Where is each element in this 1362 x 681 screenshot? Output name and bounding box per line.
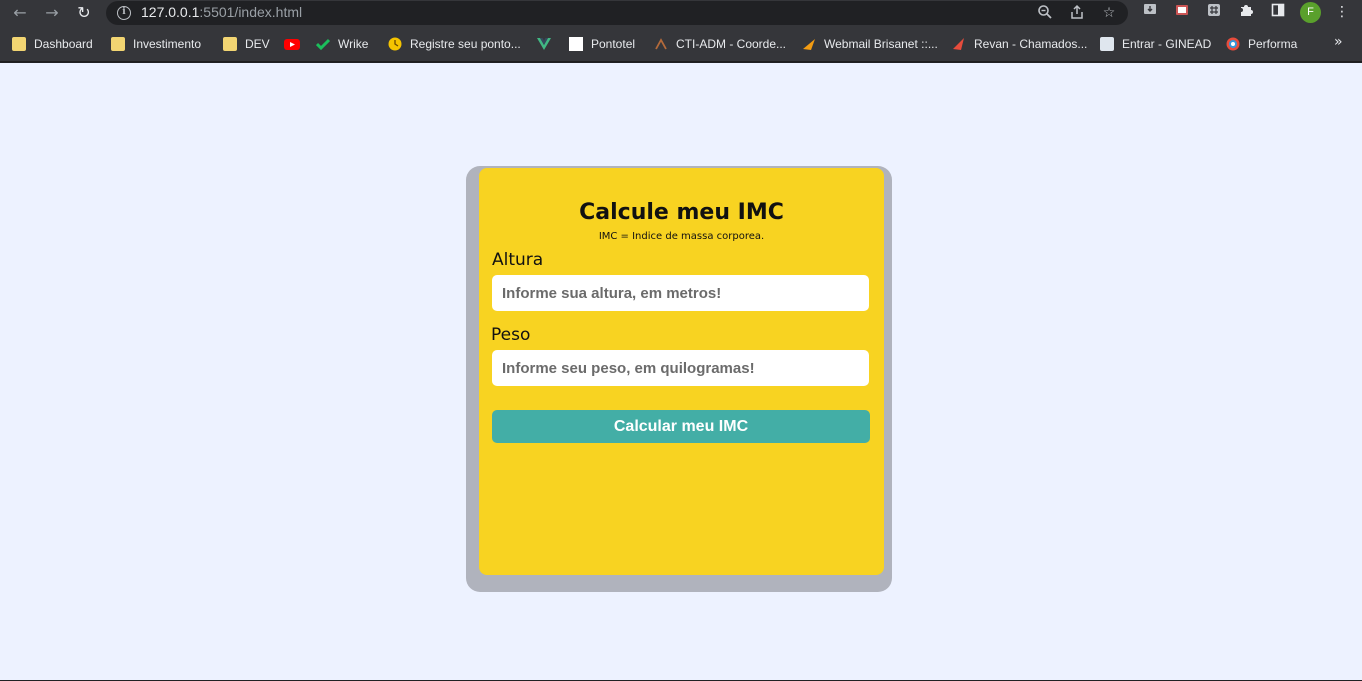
bookmark-label: Wrike: [338, 37, 369, 51]
info-icon[interactable]: i: [117, 6, 131, 20]
bookmark-star-icon[interactable]: ☆: [1100, 4, 1118, 22]
bookmarks-bar: Dashboard Investimento DEV Wrike Registr…: [0, 26, 1362, 62]
folder-icon: [12, 37, 26, 51]
extension-grid-icon[interactable]: [1205, 3, 1223, 21]
bookmark-dashboard[interactable]: Dashboard: [12, 36, 93, 52]
bookmark-label: Entrar - GINEAD: [1122, 37, 1212, 51]
more-bookmarks-icon[interactable]: »: [1334, 34, 1343, 50]
youtube-icon: [284, 37, 300, 51]
wrike-icon: [315, 37, 331, 51]
reload-icon[interactable]: ↻: [74, 3, 94, 23]
performa-icon: [1226, 37, 1240, 51]
bookmark-dev[interactable]: DEV: [223, 36, 270, 52]
bookmark-label: Pontotel: [591, 37, 636, 51]
height-label: Altura: [492, 250, 544, 270]
share-icon[interactable]: [1068, 4, 1086, 22]
profile-avatar[interactable]: F: [1300, 2, 1321, 23]
cti-icon: [654, 37, 668, 51]
bookmark-registre-ponto[interactable]: Registre seu ponto...: [388, 36, 521, 52]
extension-download-icon[interactable]: [1141, 3, 1159, 21]
page-viewport: Calcule meu IMC IMC = Indice de massa co…: [0, 63, 1362, 680]
imc-card: Calcule meu IMC IMC = Indice de massa co…: [479, 168, 884, 575]
folder-icon: [223, 37, 237, 51]
bookmark-performa[interactable]: Performa: [1226, 36, 1297, 52]
page-subtitle: IMC = Indice de massa corporea.: [598, 231, 765, 242]
vue-icon: [537, 37, 551, 51]
page-title: Calcule meu IMC: [579, 200, 784, 225]
weight-label: Peso: [491, 325, 531, 345]
puzzle-extensions-icon[interactable]: [1237, 3, 1255, 21]
bookmark-webmail[interactable]: Webmail Brisanet ::...: [802, 36, 938, 52]
bookmark-vue[interactable]: [537, 36, 551, 52]
forward-arrow-icon[interactable]: →: [42, 3, 62, 23]
url-path: :5501/index.html: [199, 4, 303, 20]
bookmark-ginead[interactable]: Entrar - GINEAD: [1100, 36, 1211, 52]
ginead-icon: [1100, 37, 1114, 51]
back-arrow-icon[interactable]: ←: [10, 3, 30, 23]
bookmark-cti-adm[interactable]: CTI-ADM - Coorde...: [654, 36, 786, 52]
url-text[interactable]: 127.0.0.1:5501/index.html: [141, 4, 302, 20]
kebab-menu-icon[interactable]: ⋮: [1333, 3, 1351, 21]
url-host: 127.0.0.1: [141, 4, 200, 20]
pontotel-icon: [569, 37, 583, 51]
folder-icon: [111, 37, 125, 51]
bookmark-label: Dashboard: [34, 37, 93, 51]
bookmark-revan[interactable]: Revan - Chamados...: [952, 36, 1087, 52]
side-panel-icon[interactable]: [1269, 3, 1287, 21]
bookmark-label: Webmail Brisanet ::...: [824, 37, 938, 51]
zoom-icon[interactable]: [1036, 4, 1054, 22]
calculate-imc-button[interactable]: Calcular meu IMC: [492, 410, 870, 443]
bookmark-label: Investimento: [133, 37, 202, 51]
address-bar[interactable]: i 127.0.0.1:5501/index.html ☆: [106, 1, 1128, 25]
bookmark-label: Performa: [1248, 37, 1298, 51]
revan-icon: [952, 37, 966, 51]
extension-cast-icon[interactable]: [1173, 3, 1191, 21]
height-input[interactable]: [492, 275, 869, 311]
browser-toolbar: ← → ↻ i 127.0.0.1:5501/index.html ☆ F ⋮: [0, 0, 1362, 26]
weight-input[interactable]: [492, 350, 869, 386]
bookmark-pontotel[interactable]: Pontotel: [569, 36, 635, 52]
clock-icon: [388, 37, 402, 51]
bookmark-label: DEV: [245, 37, 270, 51]
bookmark-label: Revan - Chamados...: [974, 37, 1088, 51]
bookmark-wrike[interactable]: Wrike: [315, 36, 369, 52]
bookmark-investimento[interactable]: Investimento: [111, 36, 201, 52]
bookmark-youtube[interactable]: [284, 36, 300, 52]
webmail-icon: [802, 37, 816, 51]
bookmark-label: Registre seu ponto...: [410, 37, 521, 51]
bookmark-label: CTI-ADM - Coorde...: [676, 37, 787, 51]
